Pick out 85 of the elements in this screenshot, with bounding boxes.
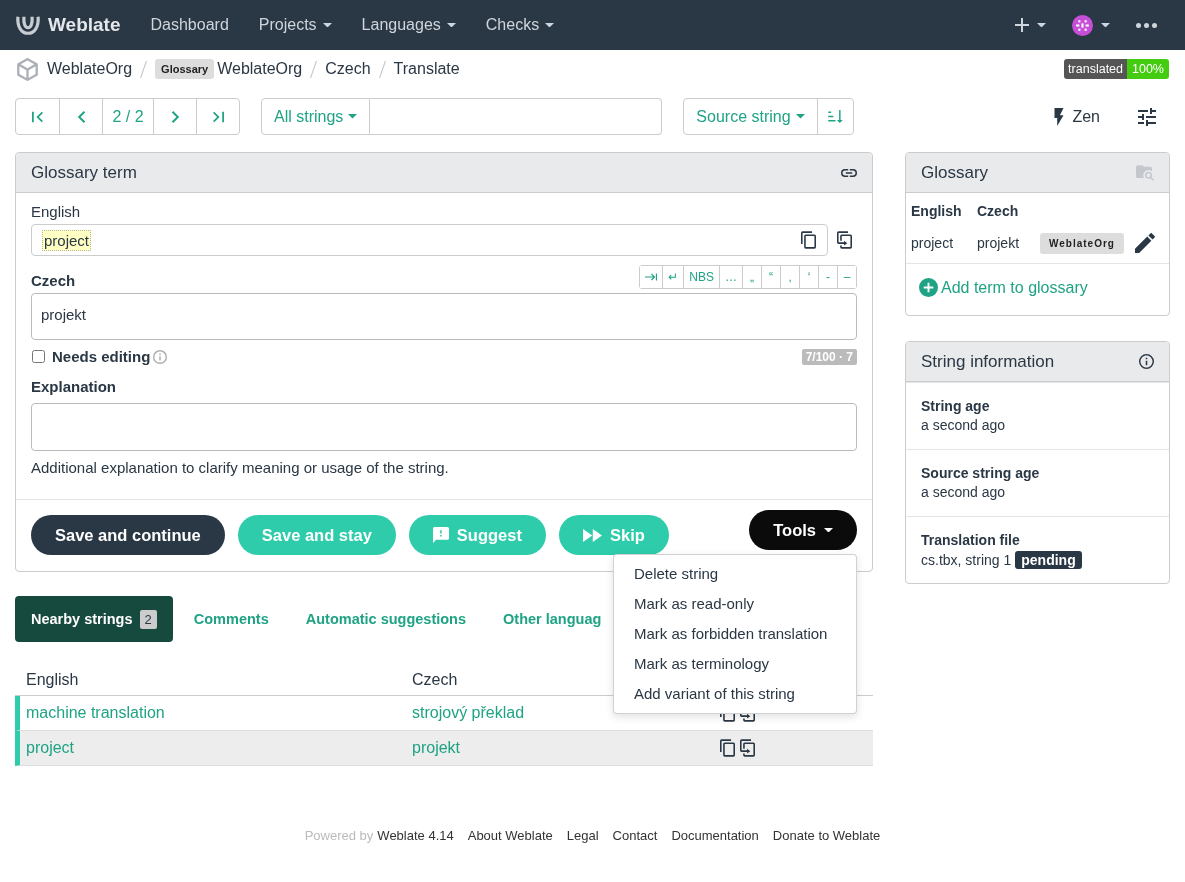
breadcrumb-separator — [378, 60, 386, 78]
help-text: Additional explanation to clarify meaning or usage of the string. — [31, 459, 450, 476]
info-label: Translation file — [921, 532, 1021, 548]
cube-icon — [17, 57, 38, 81]
source-text: project — [42, 229, 92, 251]
chevron-right-icon — [169, 110, 181, 123]
breadcrumb-separator — [140, 60, 148, 78]
tab-icon — [645, 273, 658, 281]
info-icon — [1139, 354, 1154, 369]
column-header: English — [911, 202, 963, 221]
settings-icon — [1138, 107, 1156, 126]
translation-field[interactable]: projekt — [31, 293, 857, 340]
copy-icon[interactable] — [801, 231, 816, 249]
plus-icon — [1015, 18, 1029, 32]
info-value: a second ago — [921, 484, 1006, 500]
card-title: Glossary — [921, 162, 989, 183]
project-badge: WeblateOrg — [1040, 232, 1124, 254]
breadcrumb-link[interactable]: WeblateOrg — [217, 60, 303, 78]
nav-menu-item[interactable]: Dashboard — [135, 0, 244, 50]
info-label: Source string age — [921, 465, 1041, 481]
footer-link[interactable]: About Weblate — [467, 828, 553, 843]
logo-icon[interactable] — [15, 14, 41, 36]
sort-icon — [827, 110, 843, 123]
nav-menu-item[interactable]: Projects — [243, 0, 347, 50]
pencil-icon[interactable] — [1135, 233, 1155, 253]
menu-item[interactable]: Mark as terminology — [614, 649, 856, 679]
caret-icon — [1037, 22, 1046, 28]
zen-button[interactable]: Zen — [1044, 98, 1110, 135]
copy-icon[interactable] — [720, 739, 735, 757]
last-page-icon — [212, 110, 224, 123]
term-translation: projekt — [977, 234, 1021, 253]
lightning-icon — [1054, 107, 1065, 126]
nav-menu-item[interactable]: Languages — [346, 0, 471, 50]
search-field[interactable] — [370, 98, 663, 135]
target-language-label: Czech — [31, 272, 76, 289]
tools-button[interactable]: Tools — [749, 510, 857, 550]
state-badge: pending — [1015, 551, 1082, 569]
menu-item[interactable]: Delete string — [614, 559, 856, 589]
breadcrumb-link[interactable]: Translate — [393, 60, 460, 78]
column-header: Czech — [977, 202, 1020, 221]
info-value: a second ago — [921, 417, 1006, 433]
avatar-icon — [1072, 14, 1093, 36]
alert-bubble-icon — [432, 527, 449, 543]
first-page-icon — [32, 110, 43, 123]
card-title: Glossary term — [31, 162, 137, 183]
footer-link[interactable]: Legal — [566, 828, 599, 843]
breadcrumb-link[interactable]: Czech — [325, 60, 371, 78]
more-icon — [1136, 22, 1157, 28]
info-label: String age — [921, 398, 991, 414]
caret-icon — [348, 114, 358, 119]
info-icon — [153, 349, 168, 364]
term-source: project — [911, 234, 955, 253]
nav-menu-item[interactable]: Checks — [470, 0, 570, 50]
needs-editing-checkbox[interactable] — [32, 350, 45, 363]
caret-icon — [1101, 22, 1110, 28]
caret-icon — [824, 527, 833, 533]
link-icon[interactable] — [841, 168, 857, 177]
fast-forward-icon — [582, 528, 602, 542]
column-header: Czech — [412, 670, 459, 689]
needs-editing-label: Needs editing — [52, 348, 151, 365]
source-language-label: English — [31, 203, 82, 220]
footer-link[interactable]: Documentation — [671, 828, 759, 843]
powered-by-text: Powered by — [304, 828, 374, 843]
clone-icon[interactable] — [837, 231, 852, 249]
version-link[interactable]: Weblate 4.14 — [377, 828, 454, 843]
tab[interactable]: Nearby strings 2 — [15, 596, 173, 642]
footer-link[interactable]: Donate to Weblate — [772, 828, 881, 843]
save-continue-button[interactable]: Save and continue — [31, 515, 225, 555]
footer-link[interactable]: Contact — [612, 828, 658, 843]
brand-name[interactable]: Weblate — [48, 14, 121, 36]
clone-icon[interactable] — [740, 739, 755, 757]
info-value: cs.tbx, string 1 — [921, 552, 1012, 568]
caret-icon — [795, 114, 805, 119]
chevron-left-icon — [75, 110, 87, 123]
explanation-field[interactable] — [31, 403, 857, 451]
count-badge: 2 — [139, 609, 157, 629]
status-badge: translated — [1064, 59, 1127, 79]
percent-badge: 100% — [1127, 59, 1169, 79]
card-title: String information — [921, 351, 1055, 372]
breadcrumb-link[interactable]: WeblateOrg — [47, 60, 133, 78]
column-header: English — [26, 670, 80, 689]
length-counter: 7/100 · 7 — [801, 348, 857, 365]
glossary-badge: Glossary — [155, 59, 215, 79]
breadcrumb-separator — [310, 60, 318, 78]
explanation-label: Explanation — [31, 378, 117, 395]
